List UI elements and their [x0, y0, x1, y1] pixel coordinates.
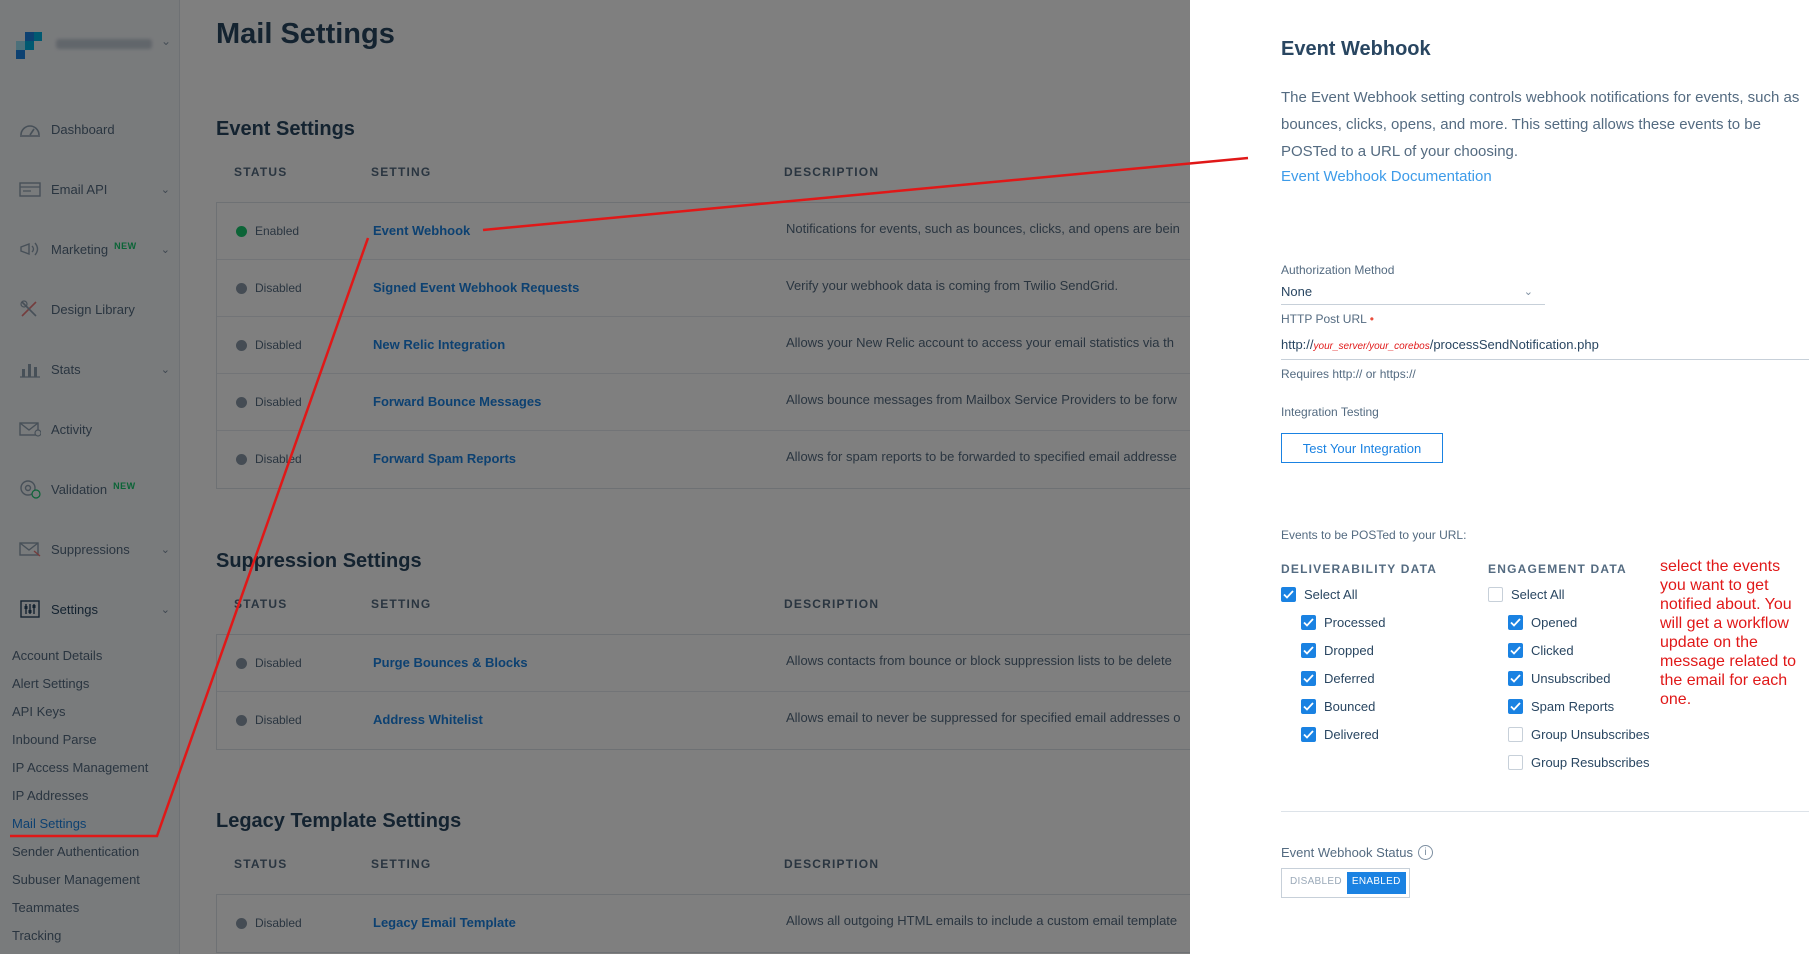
annotation-line-to-sidebar	[10, 237, 370, 838]
annotation-line-to-drawer	[482, 156, 1249, 232]
annotation-red-lines	[10, 156, 1249, 838]
